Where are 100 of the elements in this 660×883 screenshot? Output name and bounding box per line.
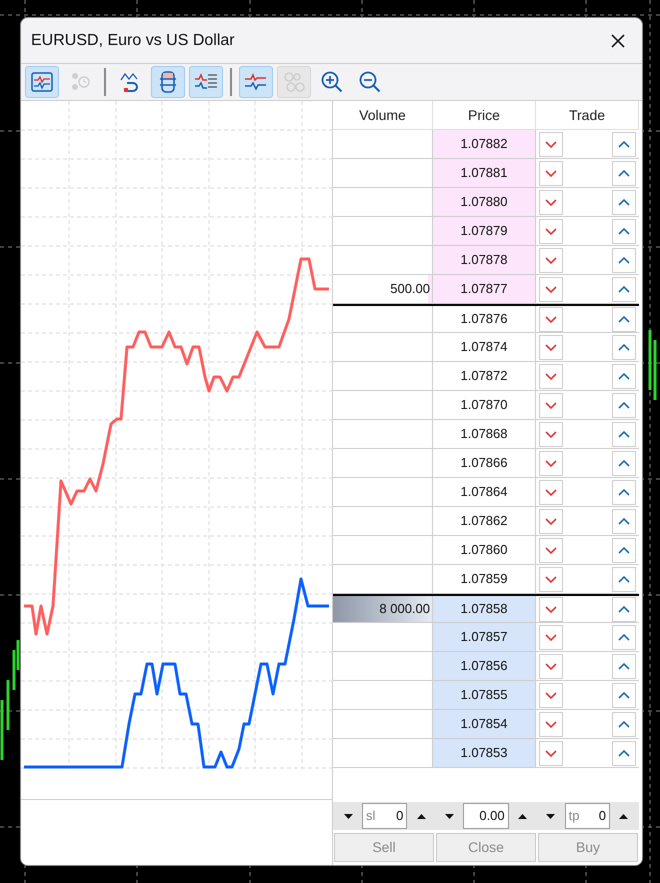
toolbar-button[interactable]: [239, 66, 273, 98]
price-cell: 1.07855: [433, 681, 536, 709]
chevron-up-icon: [618, 518, 630, 524]
buy-limit-button[interactable]: [612, 566, 636, 592]
chevron-down-icon: [545, 606, 557, 612]
chevron-up-icon: [618, 488, 630, 496]
sell-limit-button[interactable]: [539, 682, 563, 708]
chevron-down-icon: [545, 372, 557, 380]
chevron-down-icon: [545, 750, 557, 756]
column-header: Volume: [333, 101, 433, 129]
toolbar-button[interactable]: [25, 66, 59, 98]
buy-limit-button[interactable]: [612, 682, 636, 708]
chevron-up-icon: [618, 344, 630, 350]
magnet-icon: [119, 71, 141, 93]
buy-limit-button[interactable]: [612, 422, 636, 446]
buy-limit-button[interactable]: [612, 276, 636, 302]
buy-limit-button[interactable]: [612, 654, 636, 678]
buy-limit-button[interactable]: [612, 392, 636, 418]
sell-limit-button[interactable]: [539, 276, 563, 302]
chevron-down-icon: [545, 488, 557, 496]
sell-limit-button[interactable]: [539, 392, 563, 418]
buy-limit-button[interactable]: [612, 450, 636, 476]
ticks-list-icon: [194, 72, 218, 92]
price-cell: 1.07856: [433, 652, 536, 680]
history-icon: [69, 72, 91, 92]
sell-limit-button[interactable]: [539, 624, 563, 650]
chevron-up-icon: [618, 460, 630, 466]
buy-limit-button[interactable]: [612, 132, 636, 156]
chevron-down-icon: [545, 256, 557, 264]
sell-limit-button[interactable]: [539, 480, 563, 504]
chevron-down-icon: [545, 430, 557, 438]
sell-limit-button[interactable]: [539, 160, 563, 186]
sell-limit-button[interactable]: [539, 334, 563, 360]
sell-limit-button[interactable]: [539, 132, 563, 156]
window-title: EURUSD, Euro vs US Dollar: [31, 30, 235, 50]
volume-value: 500.00: [390, 280, 430, 298]
sell-limit-button[interactable]: [539, 218, 563, 244]
buy-limit-button[interactable]: [612, 480, 636, 504]
sell-limit-button[interactable]: [539, 538, 563, 562]
chevron-up-icon: [618, 430, 630, 438]
chevron-up-icon: [618, 402, 630, 408]
column-header: Price: [433, 101, 536, 129]
volume-field[interactable]: 0.00: [463, 803, 509, 829]
chevron-up-icon: [618, 662, 630, 670]
buy-limit-button[interactable]: [612, 740, 636, 766]
down-triangle-icon: [444, 814, 454, 818]
sell-limit-button[interactable]: [539, 422, 563, 446]
prefixed-number-field[interactable]: tp 0: [564, 803, 610, 829]
price-cell: 1.07853: [433, 739, 536, 767]
sell-limit-button[interactable]: [539, 364, 563, 388]
price-cell: 1.07854: [433, 710, 536, 738]
chevron-up-icon: [618, 140, 630, 148]
sell-limit-button[interactable]: [539, 654, 563, 678]
chevron-down-icon: [545, 286, 557, 292]
sell-limit-button[interactable]: [539, 508, 563, 534]
price-cell: 1.07880: [433, 188, 536, 216]
chevron-up-icon: [618, 316, 630, 322]
buy-limit-button[interactable]: [612, 218, 636, 244]
sell-limit-button[interactable]: [539, 596, 563, 622]
buy-limit-button[interactable]: [612, 248, 636, 272]
chevron-down-icon: [545, 518, 557, 524]
sell-limit-button[interactable]: [539, 248, 563, 272]
price-cell: 1.07882: [433, 130, 536, 158]
chevron-down-icon: [545, 662, 557, 670]
price-cell: 1.07878: [433, 246, 536, 274]
buy-limit-button[interactable]: [612, 712, 636, 736]
buy-limit-button[interactable]: [612, 306, 636, 332]
price-cell: 1.07857: [433, 623, 536, 651]
buy-limit-button[interactable]: [612, 160, 636, 186]
chevron-up-icon: [618, 750, 630, 756]
buy-limit-button[interactable]: [612, 538, 636, 562]
sell-limit-button[interactable]: [539, 306, 563, 332]
buy-limit-button[interactable]: [612, 624, 636, 650]
chevron-up-icon: [618, 286, 630, 292]
buy-limit-button[interactable]: [612, 596, 636, 622]
prefixed-number-field[interactable]: sl 0: [362, 803, 408, 829]
chevron-up-icon: [618, 372, 630, 380]
sell-limit-button[interactable]: [539, 740, 563, 766]
toolbar-button[interactable]: [189, 66, 223, 98]
chevron-down-icon: [545, 170, 557, 176]
sell-limit-button[interactable]: [539, 712, 563, 736]
up-triangle-icon: [518, 814, 528, 818]
close-icon: [611, 34, 625, 48]
sell-limit-button[interactable]: [539, 450, 563, 476]
chevron-up-icon: [618, 546, 630, 554]
zoom-out-icon: [359, 71, 381, 93]
toolbar-button[interactable]: [151, 66, 185, 98]
buy-limit-button[interactable]: [612, 334, 636, 360]
chevron-down-icon: [545, 720, 557, 728]
zoom-in-icon: [321, 71, 343, 93]
sell-limit-button[interactable]: [539, 566, 563, 592]
chevron-up-icon: [618, 256, 630, 264]
buy-limit-button[interactable]: [612, 190, 636, 214]
chevron-down-icon: [545, 692, 557, 698]
buy-limit-button[interactable]: [612, 508, 636, 534]
chevron-down-icon: [545, 402, 557, 408]
bubbles-icon: [283, 71, 305, 93]
price-cell: 1.07877: [433, 275, 536, 303]
buy-limit-button[interactable]: [612, 364, 636, 388]
sell-limit-button[interactable]: [539, 190, 563, 214]
